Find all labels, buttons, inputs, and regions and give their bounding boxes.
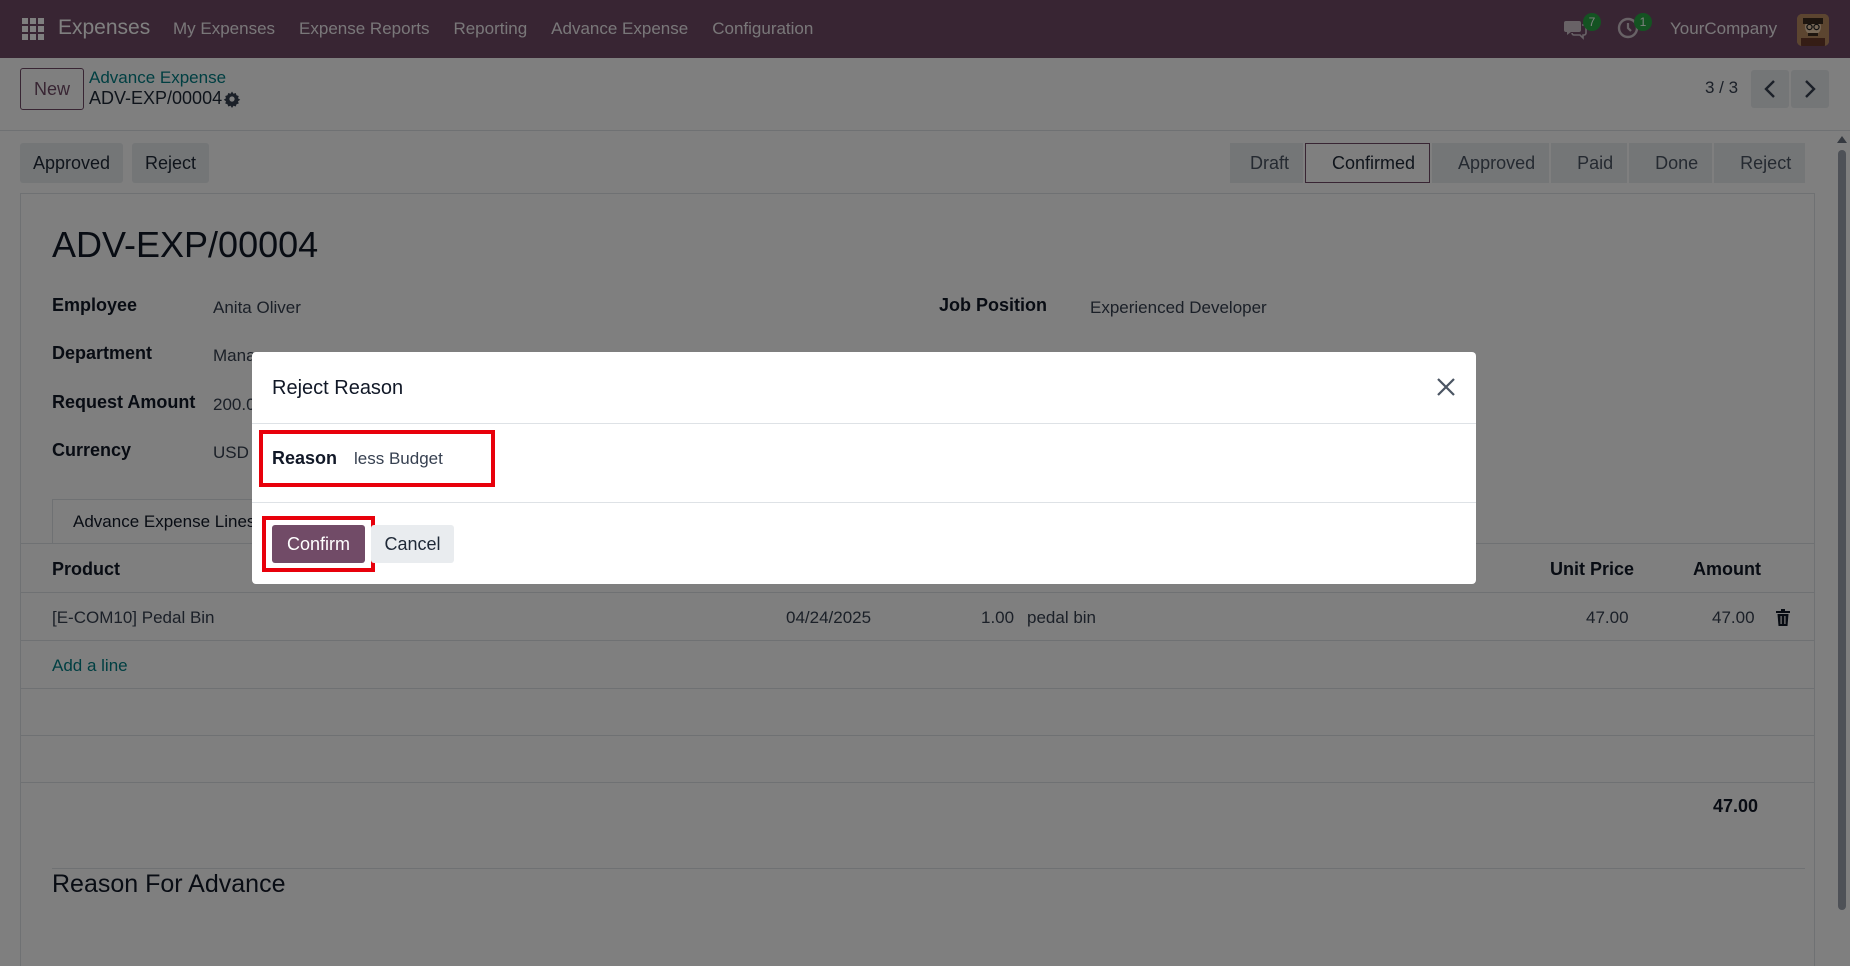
reason-highlight-box xyxy=(259,430,495,487)
cancel-button[interactable]: Cancel xyxy=(371,525,454,563)
dialog-header: Reject Reason xyxy=(252,352,1476,424)
confirm-button[interactable]: Confirm xyxy=(272,525,365,563)
close-icon[interactable] xyxy=(1435,376,1457,398)
reject-reason-dialog: Reject Reason Reason Confirm Cancel xyxy=(252,352,1476,584)
dialog-title: Reject Reason xyxy=(272,377,404,399)
